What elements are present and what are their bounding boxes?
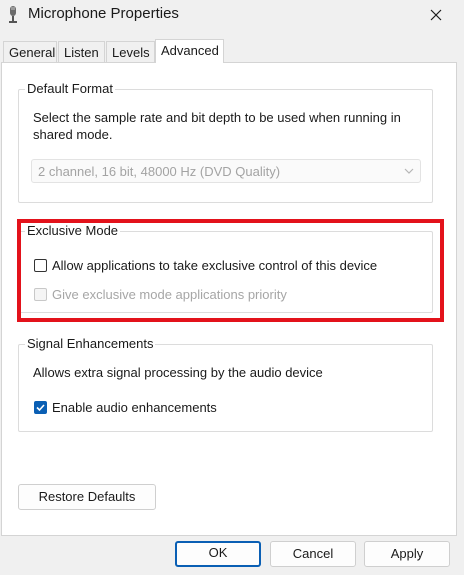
tab-general[interactable]: General [3,41,57,62]
apply-button[interactable]: Apply [364,541,450,567]
tab-advanced[interactable]: Advanced [155,39,224,63]
microphone-icon [9,6,17,23]
default-format-description-line1: Select the sample rate and bit depth to … [33,110,401,125]
signal-enhancements-group: Signal Enhancements [18,336,433,432]
window-title: Microphone Properties [28,5,179,22]
checkmark-icon [36,404,45,412]
title-bar: Microphone Properties [0,0,464,30]
tab-levels[interactable]: Levels [106,41,155,62]
enable-enhancements-row[interactable]: Enable audio enhancements [34,400,217,415]
signal-enhancements-heading: Signal Enhancements [25,336,156,351]
default-format-heading: Default Format [25,81,115,96]
default-format-group: Default Format [18,81,433,203]
close-icon [430,9,442,21]
signal-enhancements-description: Allows extra signal processing by the au… [33,365,323,380]
default-format-select[interactable]: 2 channel, 16 bit, 48000 Hz (DVD Quality… [31,159,421,183]
default-format-select-value: 2 channel, 16 bit, 48000 Hz (DVD Quality… [38,164,281,179]
default-format-description-line2: shared mode. [33,127,113,142]
enable-enhancements-label: Enable audio enhancements [52,400,217,415]
restore-defaults-button[interactable]: Restore Defaults [18,484,156,510]
enable-enhancements-checkbox[interactable] [34,401,47,414]
tab-listen[interactable]: Listen [58,41,105,62]
cancel-button[interactable]: Cancel [270,541,356,567]
ok-button[interactable]: OK [175,541,261,567]
highlight-box [17,219,444,322]
close-button[interactable] [418,0,454,30]
chevron-down-icon [404,168,414,174]
